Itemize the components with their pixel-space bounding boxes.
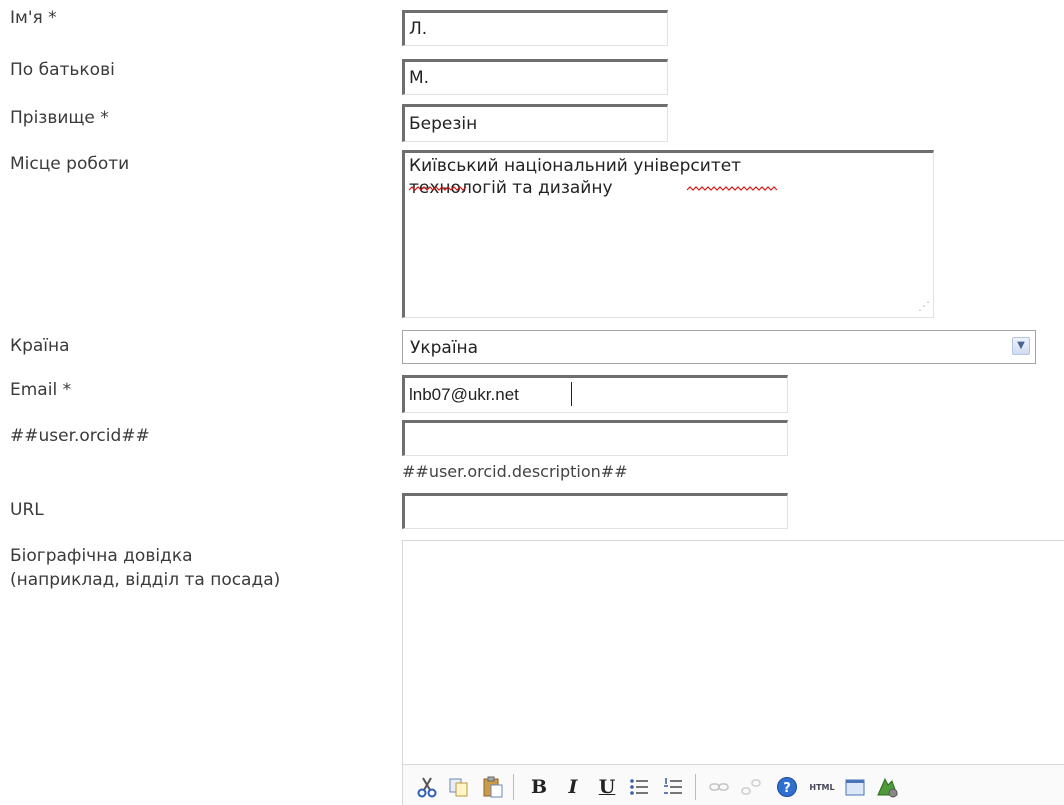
html-source-icon-graphic: HTML bbox=[809, 783, 834, 792]
toolbar-separator bbox=[513, 774, 514, 800]
image-icon[interactable] bbox=[875, 775, 899, 799]
email-label: Email * bbox=[10, 380, 72, 400]
link-icon[interactable] bbox=[707, 775, 731, 799]
paste-icon-graphic bbox=[483, 776, 503, 798]
orcid-input[interactable] bbox=[402, 420, 788, 456]
text-cursor bbox=[571, 382, 572, 406]
country-label: Країна bbox=[10, 336, 70, 356]
bio-label-line1: Біографічна довідка bbox=[10, 546, 193, 566]
toolbar-separator bbox=[695, 774, 696, 800]
first-name-input[interactable] bbox=[402, 10, 668, 46]
numbered-list-icon[interactable] bbox=[661, 775, 685, 799]
italic-icon[interactable]: I bbox=[561, 775, 585, 799]
copy-icon-graphic bbox=[449, 778, 468, 797]
last-name-label: Прізвище * bbox=[10, 108, 109, 128]
unlink-icon[interactable] bbox=[739, 775, 763, 799]
unlink-icon-graphic bbox=[741, 779, 761, 795]
chevron-down-icon[interactable]: ▼ bbox=[1012, 337, 1030, 355]
bold-icon[interactable]: B bbox=[527, 775, 551, 799]
url-label: URL bbox=[10, 500, 44, 520]
help-icon[interactable]: ? bbox=[775, 775, 799, 799]
last-name-input[interactable] bbox=[402, 104, 668, 142]
fullscreen-icon[interactable] bbox=[843, 775, 867, 799]
editor-toolbar: B I U ? HTML bbox=[403, 764, 1064, 805]
first-name-label: Ім'я * bbox=[10, 8, 57, 28]
middle-name-label: По батькові bbox=[10, 60, 115, 80]
country-select-value: Україна bbox=[410, 338, 479, 358]
user-profile-form: Ім'я * По батькові Прізвище * Місце робо… bbox=[0, 0, 1064, 805]
html-source-label: HTML bbox=[809, 783, 834, 792]
country-select[interactable]: Україна ▼ bbox=[402, 330, 1036, 364]
underline-icon[interactable]: U bbox=[595, 775, 619, 799]
bullet-list-icon[interactable] bbox=[627, 775, 651, 799]
bullet-list-icon-graphic bbox=[630, 779, 648, 795]
email-input[interactable] bbox=[402, 375, 788, 413]
bio-rich-text-editor[interactable]: B I U ? HTML bbox=[402, 540, 1064, 805]
orcid-label: ##user.orcid## bbox=[10, 426, 150, 446]
link-icon-graphic bbox=[709, 783, 729, 791]
paste-icon[interactable] bbox=[481, 775, 505, 799]
affiliation-textarea[interactable]: Київський національний університет техно… bbox=[402, 150, 934, 318]
image-icon-graphic bbox=[877, 777, 898, 798]
url-input[interactable] bbox=[402, 493, 788, 529]
cut-icon[interactable] bbox=[415, 775, 439, 799]
numbered-list-icon-graphic bbox=[664, 778, 682, 794]
bio-label-line2: (наприклад, відділ та посада) bbox=[10, 570, 281, 590]
affiliation-label: Місце роботи bbox=[10, 154, 130, 174]
help-icon-graphic: ? bbox=[777, 777, 797, 797]
fullscreen-icon-graphic bbox=[845, 779, 865, 796]
copy-icon[interactable] bbox=[447, 775, 471, 799]
resize-grip-icon[interactable]: ⋰ bbox=[918, 300, 930, 312]
cut-icon-graphic bbox=[417, 777, 437, 798]
svg-text:?: ? bbox=[783, 781, 791, 796]
html-source-icon[interactable]: HTML bbox=[807, 775, 837, 799]
middle-name-input[interactable] bbox=[402, 59, 668, 95]
orcid-description: ##user.orcid.description## bbox=[402, 462, 628, 481]
